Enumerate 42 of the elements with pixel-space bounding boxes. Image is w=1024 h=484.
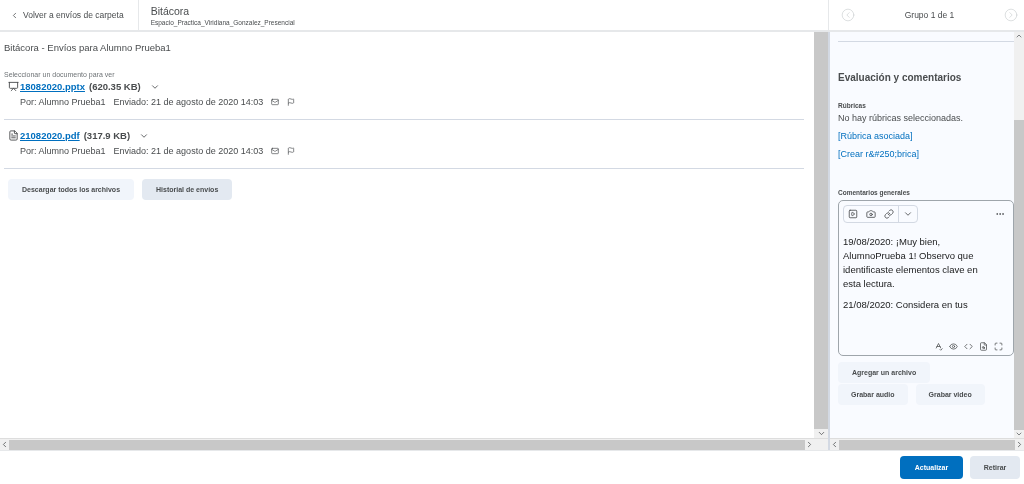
comment-text: 21/08/2020: Considera en tus <box>843 298 969 312</box>
chevron-down-icon[interactable] <box>1015 430 1023 438</box>
presentation-icon <box>8 81 19 92</box>
document-icon <box>8 130 19 141</box>
fullscreen-icon[interactable] <box>994 342 1003 351</box>
group-label: Grupo 1 de 1 <box>904 10 955 20</box>
rubrics-text: No hay rúbricas seleccionadas. <box>838 113 965 123</box>
submitted-date: Enviado: 21 de agosto de 2020 14:03 <box>113 146 264 156</box>
file-size: (620.35 KB) <box>88 81 141 92</box>
flag-icon[interactable] <box>287 147 296 155</box>
submitted-by: Por: Alumno Prueba1 <box>20 146 106 156</box>
code-icon[interactable] <box>964 342 973 351</box>
chevron-left-icon[interactable] <box>830 440 839 449</box>
back-link[interactable]: Volver a envíos de carpeta <box>0 0 139 30</box>
scrollbar[interactable] <box>814 32 828 438</box>
submitted-date: Enviado: 21 de agosto de 2020 14:03 <box>113 97 264 107</box>
file-link[interactable]: 18082020.pptx <box>20 81 85 92</box>
submissions-heading: Bitácora - Envíos para Alumno Prueba1 <box>4 42 172 53</box>
chevron-right-icon[interactable] <box>1015 440 1024 449</box>
eye-icon[interactable] <box>949 342 958 351</box>
chevron-down-icon[interactable] <box>816 429 826 438</box>
comment-text: 19/08/2020: ¡Muy bien, AlumnoPrueba 1! Observo que identificaste elementos clave en esta lectura. <box>843 235 979 291</box>
submitted-by: Por: Alumno Prueba1 <box>20 97 106 107</box>
file-link[interactable]: 21082020.pdf <box>20 130 80 141</box>
preview-icon[interactable] <box>979 342 988 351</box>
scrollbar[interactable] <box>830 438 1024 450</box>
file-size: (317.9 KB) <box>83 130 131 141</box>
spellcheck-icon[interactable] <box>934 342 943 351</box>
chevron-up-icon[interactable] <box>1015 32 1023 40</box>
scrollbar[interactable] <box>1014 32 1024 438</box>
mail-icon[interactable] <box>271 98 280 106</box>
flag-icon[interactable] <box>287 98 296 106</box>
rubric-link[interactable]: [Rúbrica asociada] <box>838 131 1014 141</box>
chevron-right-icon[interactable] <box>805 440 814 449</box>
evaluation-heading: Evaluación y comentarios <box>838 72 963 83</box>
comment-editor[interactable]: 19/08/2020: ¡Muy bien, AlumnoPrueba 1! Observo que identificaste elementos clave en esta lectura. 21/08/2020: Considera en tus <box>838 200 1014 356</box>
mail-icon[interactable] <box>271 147 280 155</box>
rubric-link[interactable]: [Crear r&#250;brica] <box>838 149 1014 159</box>
chevron-left-icon[interactable] <box>0 440 9 449</box>
scrollbar[interactable] <box>0 438 828 450</box>
chevron-left-icon <box>10 10 19 20</box>
page-title: Bitácora <box>150 4 191 17</box>
